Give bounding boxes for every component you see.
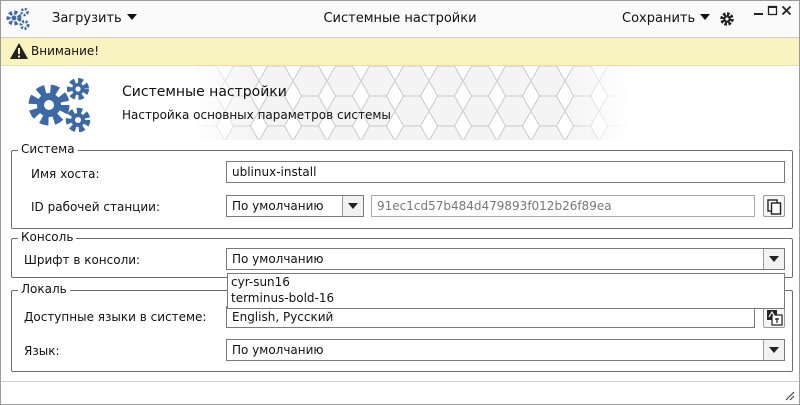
translate-icon — [767, 310, 783, 326]
resize-grip-icon[interactable] — [784, 390, 795, 401]
machine-id-mode-value: По умолчанию — [232, 199, 324, 213]
chevron-down-icon — [700, 14, 711, 20]
title-bar: Загрузить Системные настройки Сохранить — [1, 1, 799, 38]
close-icon[interactable] — [781, 5, 792, 16]
save-menu-label: Сохранить — [622, 11, 696, 26]
chevron-down-icon[interactable] — [763, 249, 784, 269]
gears-icon — [6, 7, 30, 30]
machine-id-field[interactable]: 91ec1cd57b484d479893f012b26f89ea — [371, 195, 755, 217]
language-value: По умолчанию — [232, 343, 324, 357]
console-font-label: Шрифт в консоли: — [24, 253, 141, 267]
console-font-select[interactable]: По умолчанию — [226, 248, 785, 270]
console-font-dropdown: cyr-sun16 terminus-bold-16 — [227, 273, 785, 309]
machine-id-label: ID рабочей станции: — [31, 200, 160, 214]
dropdown-option[interactable]: terminus-bold-16 — [231, 291, 334, 305]
page-header: Системные настройки Настройка основных п… — [1, 66, 799, 140]
gear-icon[interactable] — [719, 11, 735, 27]
hostname-label: Имя хоста: — [31, 167, 100, 181]
console-group-legend: Консоль — [18, 230, 77, 244]
copy-button[interactable] — [763, 195, 785, 217]
maximize-icon[interactable] — [767, 5, 778, 16]
load-menu-label: Загрузить — [52, 11, 122, 26]
page-subtitle: Настройка основных параметров системы — [122, 108, 391, 122]
machine-id-mode-select[interactable]: По умолчанию — [226, 195, 364, 217]
chevron-down-icon — [126, 14, 137, 20]
hostname-input[interactable]: ublinux-install — [226, 161, 785, 183]
hexagon-background — [191, 66, 631, 140]
minimize-icon[interactable] — [753, 5, 764, 16]
language-select[interactable]: По умолчанию — [226, 339, 785, 361]
gears-icon — [28, 78, 91, 133]
translate-button[interactable] — [763, 306, 785, 328]
load-menu-button[interactable]: Загрузить — [52, 11, 137, 26]
system-group-legend: Система — [18, 142, 78, 156]
page-title: Системные настройки — [122, 84, 287, 100]
available-languages-field[interactable]: English, Русский — [226, 306, 755, 328]
dropdown-option[interactable]: cyr-sun16 — [231, 275, 290, 289]
save-menu-button[interactable]: Сохранить — [622, 11, 711, 26]
available-languages-label: Доступные языки в системе: — [24, 310, 207, 324]
chevron-down-icon[interactable] — [342, 196, 363, 216]
copy-icon — [767, 199, 782, 215]
main-window: Загрузить Системные настройки Сохранить … — [0, 0, 800, 405]
language-label: Язык: — [24, 344, 60, 358]
warning-icon — [10, 43, 28, 59]
warning-text: Внимание! — [31, 44, 100, 58]
chevron-down-icon[interactable] — [763, 340, 784, 360]
locale-group-legend: Локаль — [18, 282, 70, 296]
status-bar — [1, 381, 799, 404]
console-font-value: По умолчанию — [232, 252, 324, 266]
warning-bar: Внимание! — [1, 38, 799, 66]
